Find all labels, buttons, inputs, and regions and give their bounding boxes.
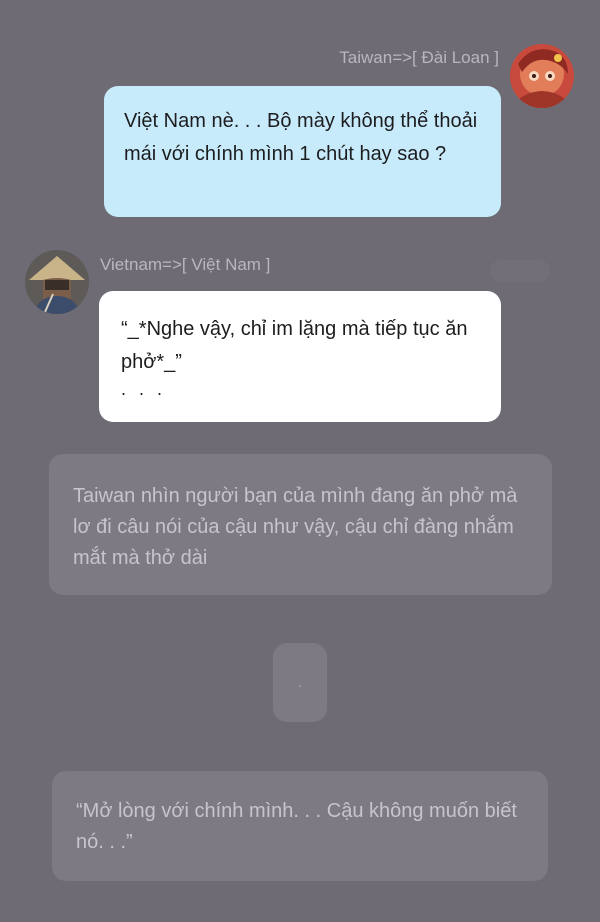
vietnam-avatar[interactable] xyxy=(25,250,89,314)
taiwan-message-bubble[interactable]: Việt Nam nè. . . Bộ mày không thể thoải … xyxy=(104,86,501,217)
taiwan-avatar[interactable] xyxy=(510,44,574,108)
character-avatar-red-icon xyxy=(510,44,574,108)
narration-separator-box[interactable]: . xyxy=(273,643,327,722)
taiwan-sender-name: Taiwan=>[ Đài Loan ] xyxy=(339,48,499,67)
narration-box-1[interactable]: Taiwan nhìn người bạn của mình đang ăn p… xyxy=(49,454,552,595)
vietnam-message-text: “_*Nghe vậy, chỉ im lặng mà tiếp tục ăn … xyxy=(121,318,468,373)
narration-text-1: Taiwan nhìn người bạn của mình đang ăn p… xyxy=(73,485,518,569)
narration-text-2: “Mở lòng với chính mình. . . Cậu không m… xyxy=(76,800,517,853)
narration-separator-text: . xyxy=(297,674,303,691)
narration-box-2[interactable]: “Mở lòng với chính mình. . . Cậu không m… xyxy=(52,771,548,881)
vietnam-sender-name: Vietnam=>[ Việt Nam ] xyxy=(100,255,271,274)
vietnam-message-bubble[interactable]: “_*Nghe vậy, chỉ im lặng mà tiếp tục ăn … xyxy=(99,291,501,422)
vietnam-message-ellipsis: . . . xyxy=(121,379,167,399)
character-avatar-conical-hat-icon xyxy=(25,250,89,314)
taiwan-message-text: Việt Nam nè. . . Bộ mày không thể thoải … xyxy=(124,110,478,165)
background-smudge xyxy=(490,260,550,282)
